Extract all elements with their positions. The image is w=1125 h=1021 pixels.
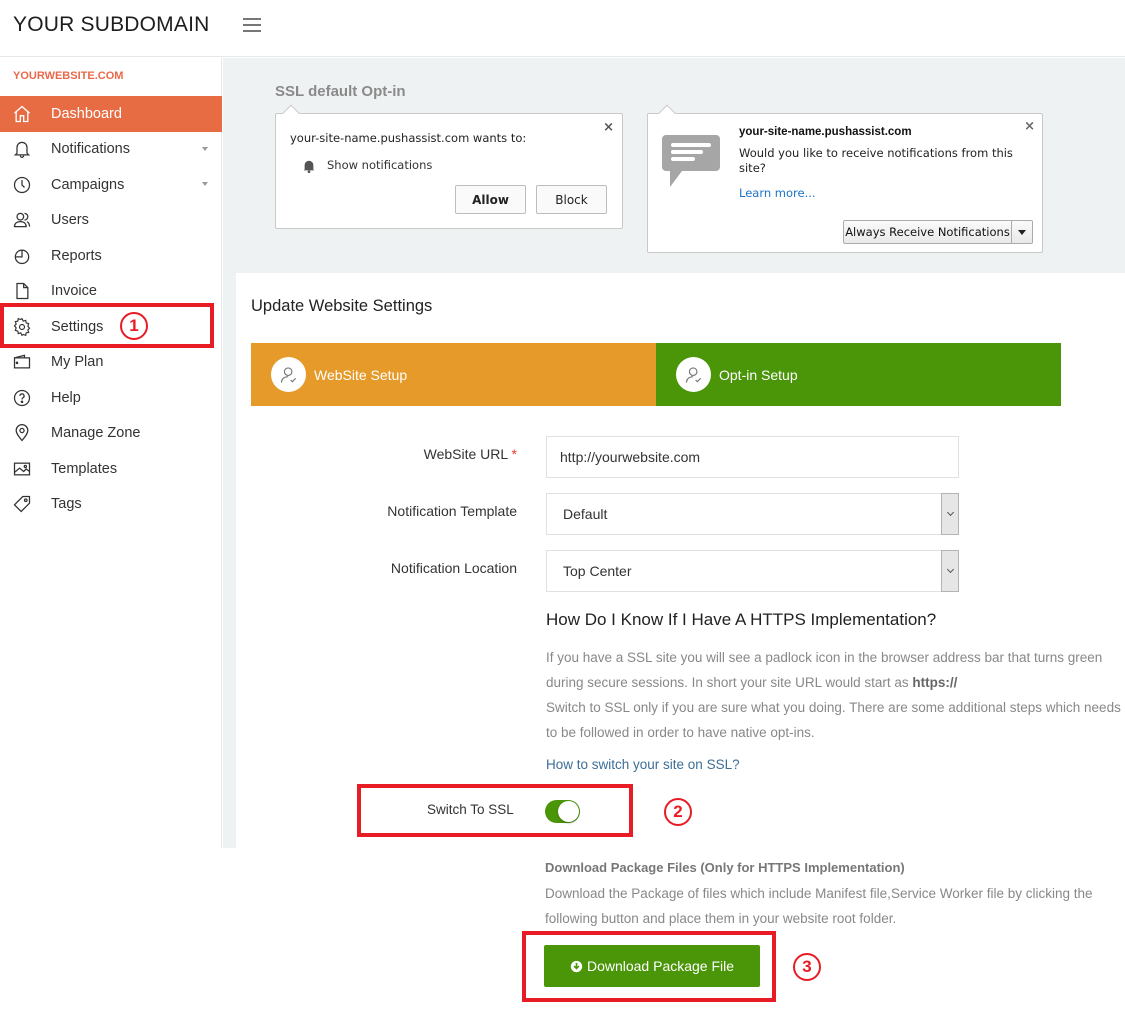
sidebar-item-campaigns[interactable]: Campaigns [0, 167, 222, 203]
sidebar-item-label: Invoice [51, 283, 97, 300]
pie-chart-icon [11, 245, 33, 267]
bell-icon [11, 138, 33, 160]
sidebar-item-label: Manage Zone [51, 425, 141, 442]
users-icon [11, 209, 33, 231]
notification-location-select[interactable]: Top Center [546, 550, 959, 592]
prompt-host: your-site-name.pushassist.com [739, 126, 912, 138]
chevron-down-icon[interactable] [941, 493, 959, 535]
user-check-icon [676, 357, 711, 392]
download-description: Download the Package of files which incl… [545, 886, 1093, 926]
dropdown-arrow-icon[interactable] [1012, 221, 1032, 243]
annotation-number-3: 3 [793, 953, 821, 981]
help-icon [11, 387, 33, 409]
download-title: Download Package Files (Only for HTTPS I… [545, 860, 905, 875]
chevron-down-icon [202, 182, 208, 186]
sidebar-item-users[interactable]: Users [0, 203, 222, 239]
sidebar-item-templates[interactable]: Templates [0, 451, 222, 487]
notification-template-label: Notification Template [387, 503, 517, 519]
annotation-number-2: 2 [664, 798, 692, 826]
annotation-box-3 [522, 931, 776, 1002]
chevron-down-icon[interactable] [941, 550, 959, 592]
top-header: YOUR SUBDOMAIN [0, 0, 1125, 57]
site-label: YOURWEBSITE.COM [13, 70, 124, 82]
sidebar: YOURWEBSITE.COM Dashboard Notifications … [0, 58, 222, 848]
document-icon [11, 280, 33, 302]
notification-template-select[interactable]: Default [546, 493, 959, 535]
home-icon [11, 103, 33, 125]
always-receive-button[interactable]: Always Receive Notifications [844, 221, 1012, 243]
close-icon[interactable]: × [603, 120, 614, 135]
sidebar-item-tags[interactable]: Tags [0, 487, 222, 523]
tag-icon [11, 493, 33, 515]
sidebar-item-label: Dashboard [51, 105, 122, 122]
sidebar-item-label: Tags [51, 496, 82, 513]
hamburger-icon[interactable] [243, 18, 261, 32]
setup-steps: WebSite Setup Opt-in Setup [251, 343, 1061, 406]
brand-title: YOUR SUBDOMAIN [13, 13, 210, 36]
input-value: http://yourwebsite.com [560, 449, 701, 465]
website-url-label: WebSite URL * [317, 446, 517, 462]
prompt-title: your-site-name.pushassist.com wants to: [290, 131, 527, 145]
annotation-number-1: 1 [120, 312, 148, 340]
https-desc-part: If you have a SSL site you will see a pa… [546, 650, 1103, 690]
tab-website-setup[interactable]: WebSite Setup [251, 343, 656, 406]
chat-bubble-icon [662, 135, 720, 187]
step-label: WebSite Setup [314, 366, 408, 383]
clock-icon [11, 174, 33, 196]
annotation-box-1 [0, 303, 214, 348]
sidebar-item-label: Campaigns [51, 176, 125, 193]
close-icon[interactable]: × [1024, 119, 1035, 134]
wallet-icon [11, 351, 33, 373]
sidebar-item-label: Users [51, 212, 89, 229]
sidebar-item-dashboard[interactable]: Dashboard [0, 96, 222, 132]
page-title: Update Website Settings [251, 297, 433, 315]
chrome-permission-prompt: your-site-name.pushassist.com wants to: … [275, 104, 623, 229]
ssl-optin-title: SSL default Opt-in [275, 83, 406, 100]
required-mark: * [511, 446, 517, 462]
block-button[interactable]: Block [536, 185, 607, 214]
learn-more-link[interactable]: Learn more... [739, 186, 816, 200]
notification-location-label: Notification Location [390, 560, 517, 576]
https-desc-part: Switch to SSL only if you are sure what … [546, 700, 1121, 740]
firefox-permission-prompt: your-site-name.pushassist.com Would you … [647, 104, 1043, 253]
sidebar-item-label: My Plan [51, 354, 104, 371]
https-desc-bold: https:// [912, 675, 958, 690]
sidebar-item-label: Help [51, 389, 81, 406]
always-receive-split-button[interactable]: Always Receive Notifications [843, 220, 1033, 244]
sidebar-item-label: Reports [51, 247, 102, 264]
sidebar-item-my-plan[interactable]: My Plan [0, 345, 222, 381]
user-check-icon [271, 357, 306, 392]
sidebar-item-notifications[interactable]: Notifications [0, 132, 222, 168]
label-text: WebSite URL [423, 446, 508, 462]
prompt-permission-text: Show notifications [327, 158, 433, 172]
switch-ssl-help-link[interactable]: How to switch your site on SSL? [546, 757, 740, 772]
annotation-box-2 [357, 784, 633, 837]
allow-button[interactable]: Allow [455, 185, 526, 214]
website-url-input[interactable]: http://yourwebsite.com [546, 436, 959, 478]
select-value: Default [563, 506, 608, 522]
sidebar-item-label: Templates [51, 460, 118, 477]
sidebar-item-help[interactable]: Help [0, 380, 222, 416]
https-help-title: How Do I Know If I Have A HTTPS Implemen… [546, 610, 937, 629]
bell-icon [303, 160, 315, 173]
chevron-down-icon [202, 146, 208, 151]
https-help-text: If you have a SSL site you will see a pa… [546, 645, 1125, 745]
location-pin-icon [11, 422, 33, 444]
step-label: Opt-in Setup [719, 366, 798, 383]
tab-optin-setup[interactable]: Opt-in Setup [656, 343, 1061, 406]
image-icon [11, 458, 33, 480]
sidebar-item-label: Notifications [51, 141, 130, 158]
sidebar-item-manage-zone[interactable]: Manage Zone [0, 416, 222, 452]
sidebar-item-reports[interactable]: Reports [0, 238, 222, 274]
prompt-question: Would you like to receive notifications … [739, 146, 1013, 175]
select-value: Top Center [563, 563, 632, 579]
